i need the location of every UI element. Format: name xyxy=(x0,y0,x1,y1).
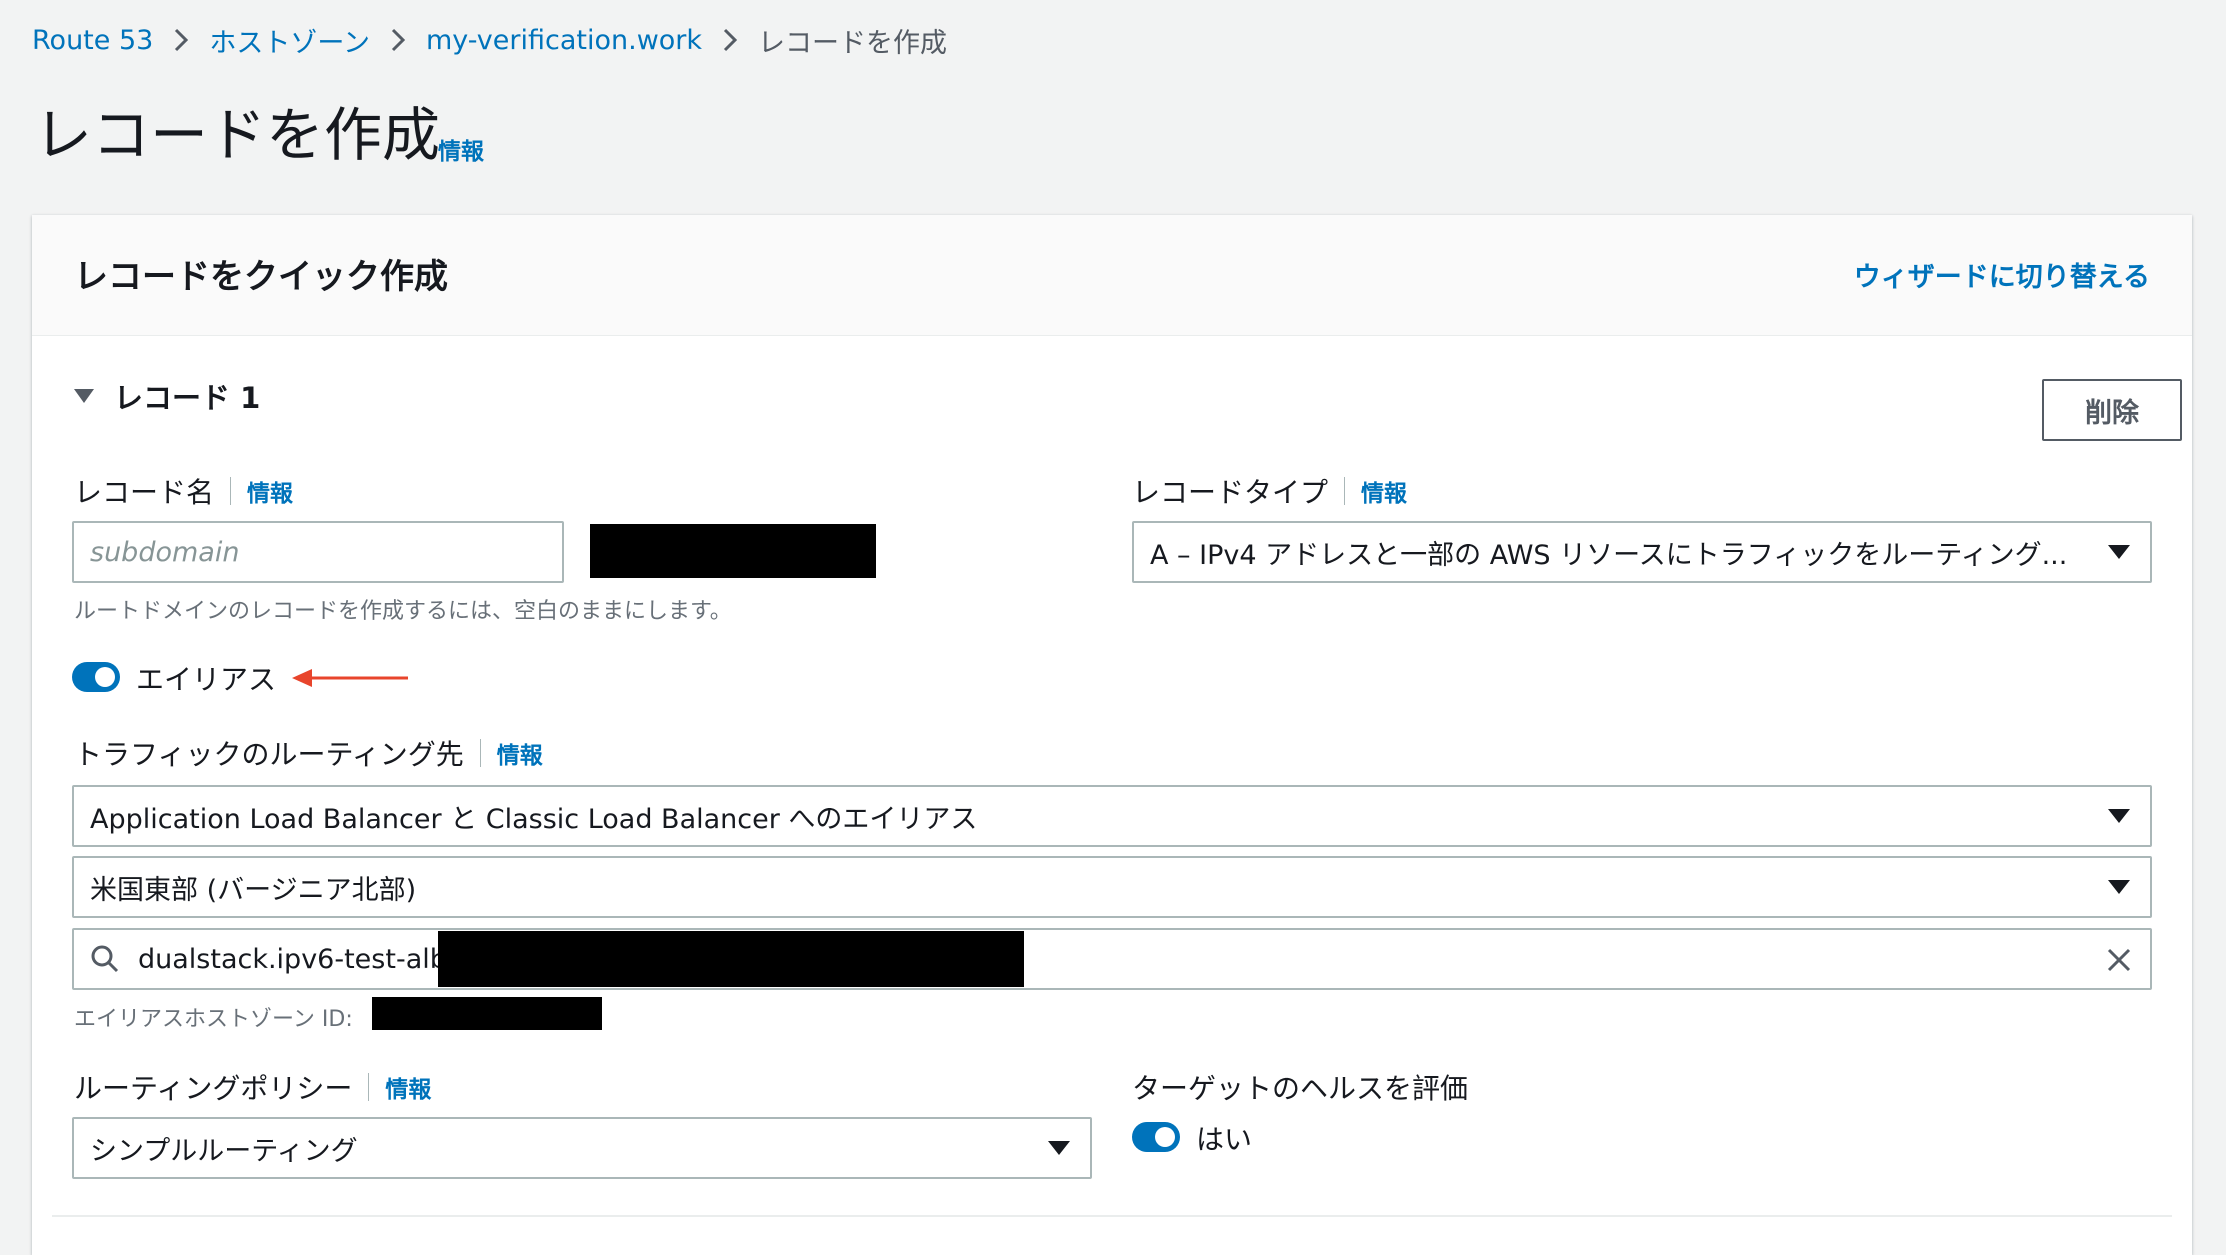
page-title: レコードを作成 xyxy=(34,101,441,169)
red-arrow-icon xyxy=(292,669,408,687)
evaluate-health-toggle-label: はい xyxy=(1196,1123,1253,1156)
close-icon[interactable] xyxy=(2104,945,2134,975)
evaluate-health-toggle[interactable] xyxy=(1132,1122,1180,1152)
caret-down-icon xyxy=(2108,809,2130,823)
record-name-info-link[interactable]: 情報 xyxy=(230,477,293,507)
record-type-value: A – IPv4 アドレスと一部の AWS リソースにトラフィックをルーティング… xyxy=(1150,539,2068,571)
record-name-placeholder: subdomain xyxy=(90,536,240,568)
record-section-toggle[interactable]: レコード 1 xyxy=(74,375,260,417)
region-select[interactable]: 米国東部 (バージニア北部) xyxy=(72,856,2152,918)
breadcrumb: Route 53 ホストゾーン my-verification.work レコー… xyxy=(32,18,947,62)
routing-policy-info-link[interactable]: 情報 xyxy=(368,1073,431,1103)
load-balancer-search-value: dualstack.ipv6-test-alb- xyxy=(138,943,457,975)
search-icon xyxy=(91,945,119,973)
switch-to-wizard-link[interactable]: ウィザードに切り替える xyxy=(1854,255,2150,294)
routing-target-label-row: トラフィックのルーティング先 情報 xyxy=(74,733,543,773)
caret-down-icon xyxy=(74,389,94,403)
redacted-domain xyxy=(590,524,876,578)
caret-down-icon xyxy=(2108,880,2130,894)
routing-target-info-link[interactable]: 情報 xyxy=(479,739,543,769)
page-info-link[interactable]: 情報 xyxy=(438,132,484,166)
breadcrumb-domain[interactable]: my-verification.work xyxy=(426,25,702,56)
delete-button[interactable]: 削除 xyxy=(2042,379,2182,441)
caret-down-icon xyxy=(1048,1141,1070,1155)
redacted-load-balancer xyxy=(438,931,1024,987)
hosted-zone-id-label: エイリアスホストゾーン ID: xyxy=(74,1007,353,1032)
record-name-input[interactable]: subdomain xyxy=(72,521,564,583)
record-type-label-row: レコードタイプ 情報 xyxy=(1132,471,1407,511)
evaluate-health-label: ターゲットのヘルスを評価 xyxy=(1132,1072,1469,1105)
record-name-hint: ルートドメインのレコードを作成するには、空白のままにします。 xyxy=(74,599,732,624)
divider xyxy=(52,1215,2172,1217)
record-type-select[interactable]: A – IPv4 アドレスと一部の AWS リソースにトラフィックをルーティング… xyxy=(1132,521,2152,583)
card-header: レコードをクイック作成 ウィザードに切り替える xyxy=(32,215,2192,336)
breadcrumb-current: レコードを作成 xyxy=(758,27,948,59)
endpoint-value: Application Load Balancer と Classic Load… xyxy=(90,803,978,835)
routing-target-label: トラフィックのルーティング先 xyxy=(74,738,464,771)
chevron-right-icon xyxy=(702,27,758,53)
record-section-label: レコード 1 xyxy=(114,381,261,415)
alias-toggle[interactable] xyxy=(72,662,120,692)
routing-policy-value: シンプルルーティング xyxy=(90,1135,358,1167)
alias-label: エイリアス xyxy=(136,663,277,696)
region-value: 米国東部 (バージニア北部) xyxy=(90,874,417,906)
chevron-right-icon xyxy=(370,27,426,53)
endpoint-select[interactable]: Application Load Balancer と Classic Load… xyxy=(72,785,2152,847)
toggle-knob xyxy=(1155,1127,1175,1147)
routing-policy-label: ルーティングポリシー xyxy=(74,1072,353,1105)
breadcrumb-route53[interactable]: Route 53 xyxy=(32,25,153,56)
chevron-right-icon xyxy=(153,27,209,53)
routing-policy-label-row: ルーティングポリシー 情報 xyxy=(74,1067,431,1107)
record-type-info-link[interactable]: 情報 xyxy=(1344,477,1407,507)
record-type-label: レコードタイプ xyxy=(1132,476,1329,509)
quick-create-card: レコードをクイック作成 ウィザードに切り替える レコード 1 削除 レコード名 … xyxy=(32,215,2192,1255)
caret-down-icon xyxy=(2108,545,2130,559)
routing-policy-select[interactable]: シンプルルーティング xyxy=(72,1117,1092,1179)
redacted-hosted-zone-id xyxy=(372,997,602,1030)
toggle-knob xyxy=(95,667,115,687)
load-balancer-search-input[interactable]: dualstack.ipv6-test-alb- xyxy=(72,928,2152,990)
breadcrumb-hosted-zones[interactable]: ホストゾーン xyxy=(209,21,370,60)
evaluate-health-label-row: ターゲットのヘルスを評価 xyxy=(1132,1067,1468,1107)
record-name-label: レコード名 xyxy=(74,476,215,509)
card-title: レコードをクイック作成 xyxy=(74,257,448,297)
record-name-label-row: レコード名 情報 xyxy=(74,471,293,511)
